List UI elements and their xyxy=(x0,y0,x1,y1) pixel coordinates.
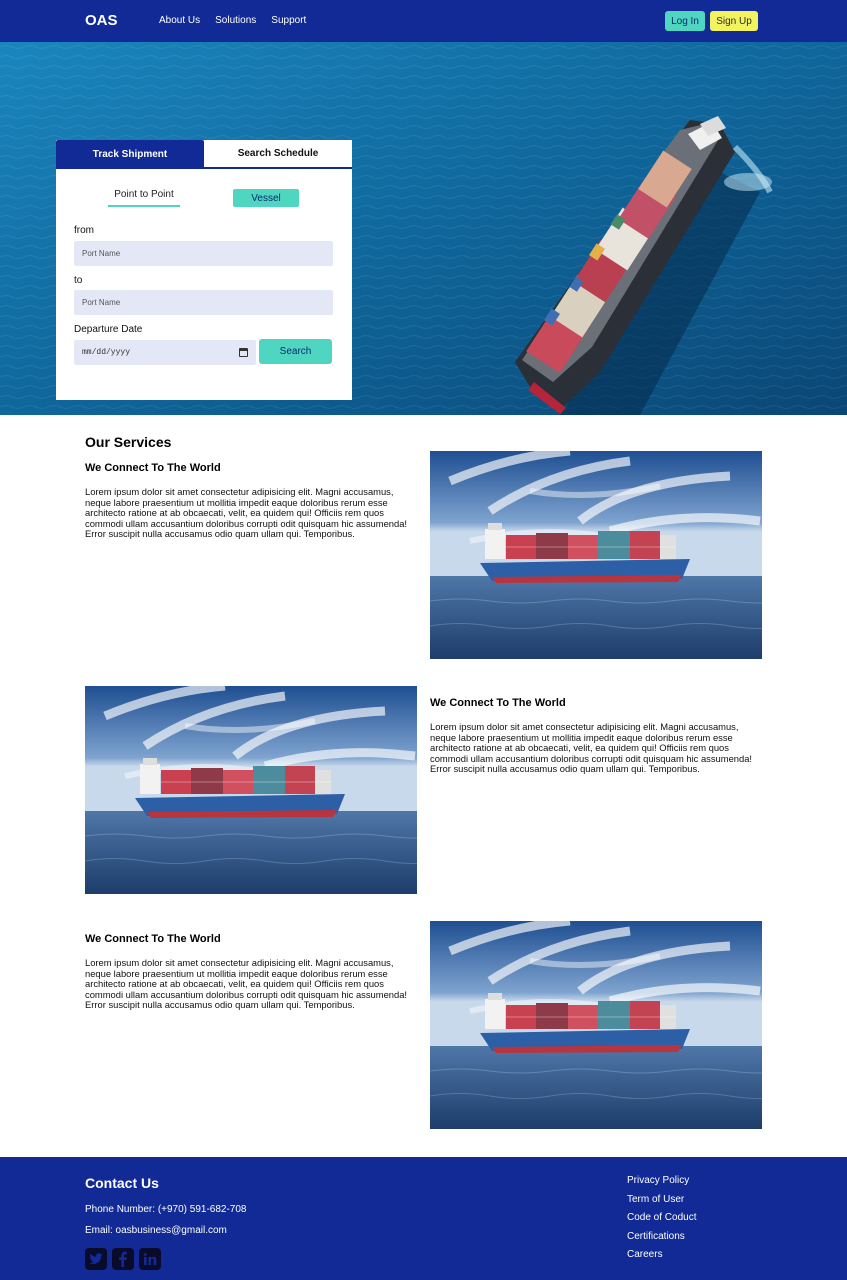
to-label: to xyxy=(74,275,83,286)
ship-photo xyxy=(430,451,762,659)
service-text-1: Lorem ipsum dolor sit amet consectetur a… xyxy=(85,486,408,540)
linkedin-icon[interactable] xyxy=(139,1248,161,1270)
service-title-3: We Connect To The World xyxy=(85,933,221,945)
contact-phone: Phone Number: (+970) 591-682-708 xyxy=(85,1204,247,1215)
service-image-2 xyxy=(85,686,417,894)
footer-link-certifications[interactable]: Certifications xyxy=(627,1231,697,1243)
signup-button[interactable]: Sign Up xyxy=(710,11,758,31)
search-button[interactable]: Search xyxy=(259,339,332,364)
nav-link-support[interactable]: Support xyxy=(271,15,306,26)
service-title-2: We Connect To The World xyxy=(430,697,566,709)
twitter-icon[interactable] xyxy=(85,1248,107,1270)
footer-link-privacy[interactable]: Privacy Policy xyxy=(627,1175,697,1187)
footer-link-terms[interactable]: Term of User xyxy=(627,1194,697,1206)
ship-photo xyxy=(430,921,762,1129)
nav-links: About Us Solutions Support xyxy=(159,15,306,26)
from-label: from xyxy=(74,225,94,236)
top-navbar: OAS About Us Solutions Support Log In Si… xyxy=(0,0,847,42)
facebook-icon[interactable] xyxy=(112,1248,134,1270)
subtab-point-to-point[interactable]: Point to Point xyxy=(108,189,180,207)
subtab-vessel[interactable]: Vessel xyxy=(233,189,299,207)
shipment-search-panel: Track Shipment Search Schedule Point to … xyxy=(56,140,352,400)
tab-track-shipment[interactable]: Track Shipment xyxy=(56,140,204,169)
service-image-3 xyxy=(430,921,762,1129)
footer-links: Privacy Policy Term of User Code of Codu… xyxy=(627,1175,697,1268)
to-port-input[interactable]: Port Name xyxy=(74,290,333,315)
departure-date-label: Departure Date xyxy=(74,324,143,335)
service-text-3: Lorem ipsum dolor sit amet consectetur a… xyxy=(85,957,408,1011)
contact-heading: Contact Us xyxy=(85,1175,159,1191)
services-heading: Our Services xyxy=(85,434,172,450)
brand-logo[interactable]: OAS xyxy=(85,12,118,29)
panel-tabs: Track Shipment Search Schedule xyxy=(56,140,352,169)
nav-link-about[interactable]: About Us xyxy=(159,15,200,26)
footer-link-code-of-conduct[interactable]: Code of Coduct xyxy=(627,1212,697,1224)
footer: Contact Us Phone Number: (+970) 591-682-… xyxy=(0,1157,847,1280)
service-title-1: We Connect To The World xyxy=(85,462,221,474)
date-value: mm/dd/yyyy xyxy=(82,348,131,357)
contact-email[interactable]: Email: oasbusiness@gmail.com xyxy=(85,1225,227,1236)
social-links xyxy=(85,1248,161,1270)
from-port-input[interactable]: Port Name xyxy=(74,241,333,266)
footer-link-careers[interactable]: Careers xyxy=(627,1249,697,1261)
nav-link-solutions[interactable]: Solutions xyxy=(215,15,256,26)
departure-date-input[interactable]: mm/dd/yyyy xyxy=(74,340,256,365)
ship-photo xyxy=(85,686,417,894)
service-image-1 xyxy=(430,451,762,659)
hero-banner: Track Shipment Search Schedule Point to … xyxy=(0,42,847,415)
calendar-icon[interactable] xyxy=(239,348,248,357)
service-text-2: Lorem ipsum dolor sit amet consectetur a… xyxy=(430,721,753,775)
tab-search-schedule[interactable]: Search Schedule xyxy=(204,140,352,169)
login-button[interactable]: Log In xyxy=(665,11,705,31)
